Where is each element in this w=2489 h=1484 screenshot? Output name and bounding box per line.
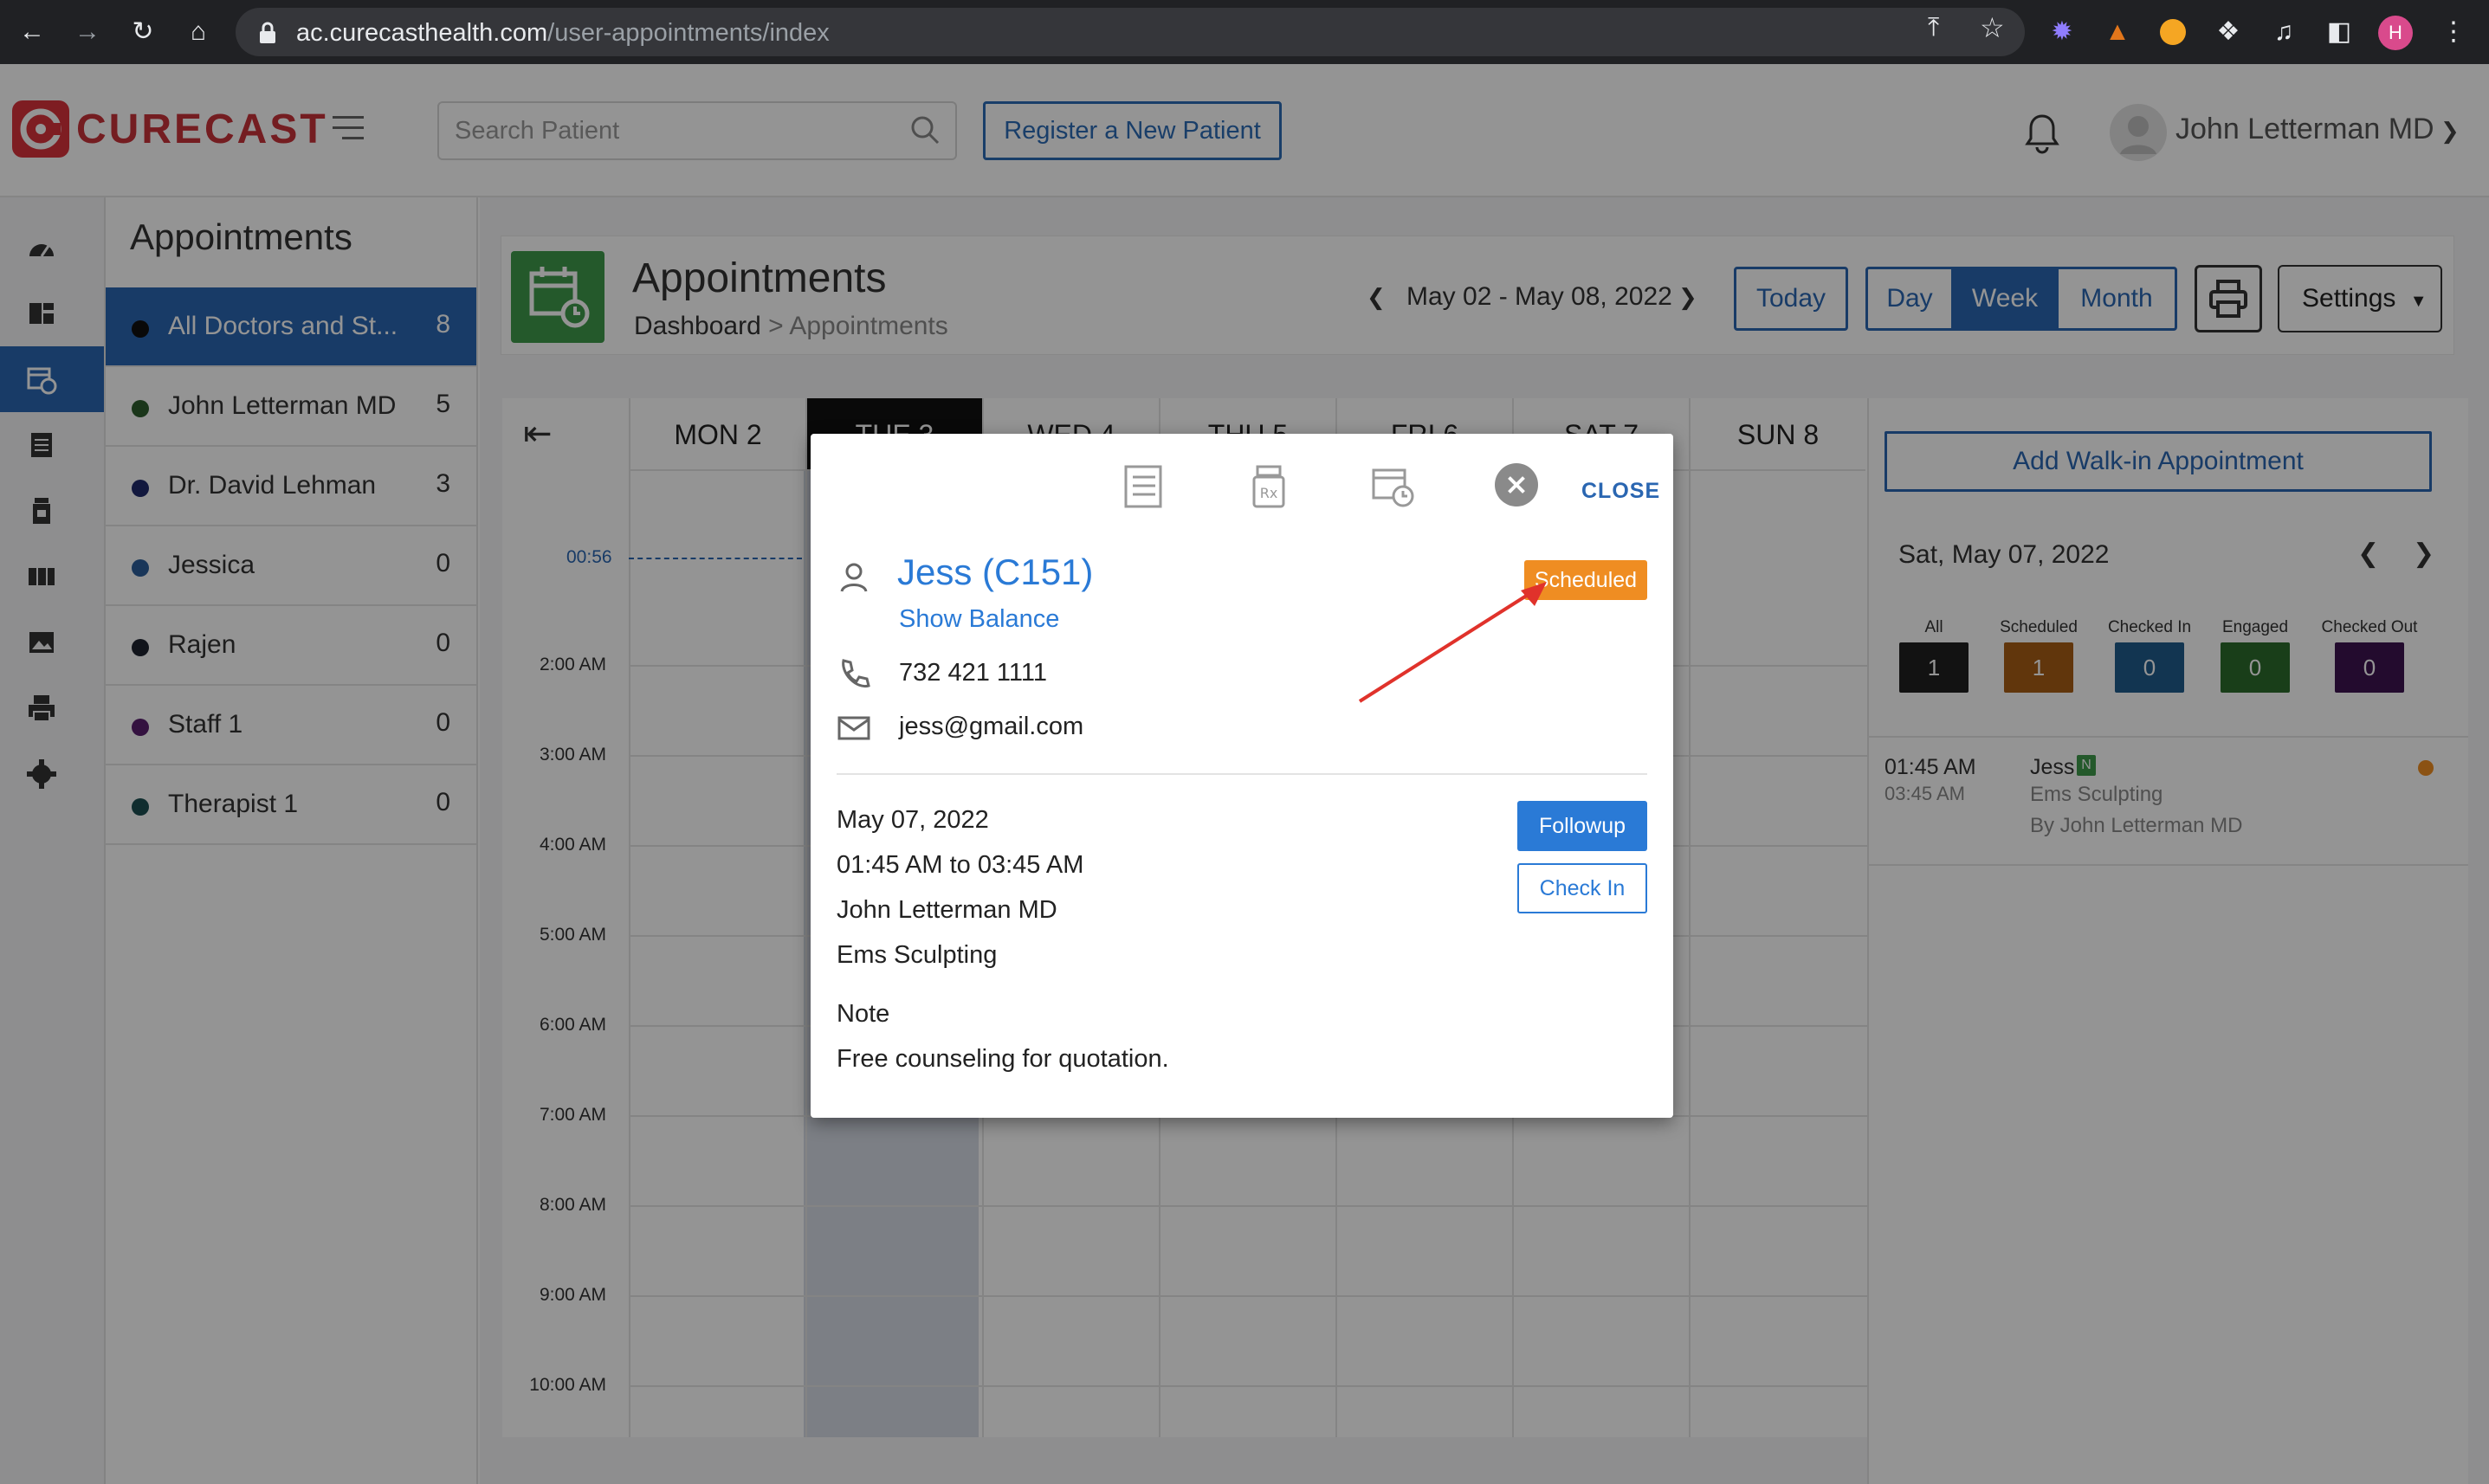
- appointment-provider-name: John Letterman MD: [837, 896, 1057, 924]
- metamask-fox-icon[interactable]: ▲: [2101, 16, 2134, 48]
- address-bar[interactable]: ac.curecasthealth.com/user-appointments/…: [236, 8, 2025, 56]
- forward-icon[interactable]: →: [71, 16, 104, 48]
- bookmark-star-icon[interactable]: ☆: [1980, 11, 2005, 44]
- phone-icon: [842, 659, 870, 688]
- extension-coin-icon[interactable]: [2156, 16, 2189, 48]
- modal-divider: [837, 773, 1647, 775]
- email-envelope-icon: [837, 716, 870, 740]
- note-label: Note: [837, 1000, 890, 1028]
- profile-avatar[interactable]: H: [2378, 16, 2413, 50]
- close-button[interactable]: CLOSE: [1581, 479, 1660, 504]
- media-playlist-icon[interactable]: ♫: [2267, 16, 2300, 48]
- url-text: ac.curecasthealth.com/user-appointments/…: [296, 19, 830, 47]
- appointment-detail-modal: Rx CLOSE Jess (C151) Show Balance Schedu…: [811, 434, 1673, 1118]
- appointment-date: May 07, 2022: [837, 806, 989, 834]
- browser-menu-icon[interactable]: ⋮: [2437, 16, 2470, 48]
- followup-button[interactable]: Followup: [1517, 801, 1647, 851]
- show-balance-link[interactable]: Show Balance: [899, 605, 1059, 634]
- annotation-arrow: [1358, 582, 1547, 703]
- check-in-button[interactable]: Check In: [1517, 863, 1647, 913]
- calendar-reschedule-icon[interactable]: [1370, 463, 1417, 510]
- side-panel-icon[interactable]: ◧: [2323, 16, 2356, 48]
- notes-list-icon[interactable]: [1121, 463, 1167, 510]
- patient-name-link[interactable]: Jess (C151): [897, 552, 1093, 593]
- person-icon: [840, 563, 868, 592]
- back-icon[interactable]: ←: [16, 16, 48, 48]
- appointment-time: 01:45 AM to 03:45 AM: [837, 851, 1084, 879]
- appointment-service-name: Ems Sculpting: [837, 941, 998, 969]
- lock-icon: [260, 22, 275, 43]
- extensions-puzzle-icon[interactable]: ❖: [2212, 16, 2245, 48]
- svg-text:Rx: Rx: [1260, 485, 1278, 501]
- prescription-bottle-icon[interactable]: Rx: [1245, 463, 1292, 510]
- browser-toolbar: ← → ↻ ⌂ ac.curecasthealth.com/user-appoi…: [0, 0, 2489, 64]
- close-icon[interactable]: [1495, 463, 1538, 506]
- appointment-note: Free counseling for quotation.: [837, 1045, 1169, 1073]
- patient-email: jess@gmail.com: [899, 713, 1084, 740]
- reload-icon[interactable]: ↻: [126, 16, 159, 48]
- patient-phone: 732 421 1111: [899, 659, 1047, 687]
- home-icon[interactable]: ⌂: [182, 16, 215, 48]
- share-icon[interactable]: ⤒: [1928, 13, 1939, 42]
- extension-puzzle-star-icon[interactable]: ✹: [2046, 16, 2078, 48]
